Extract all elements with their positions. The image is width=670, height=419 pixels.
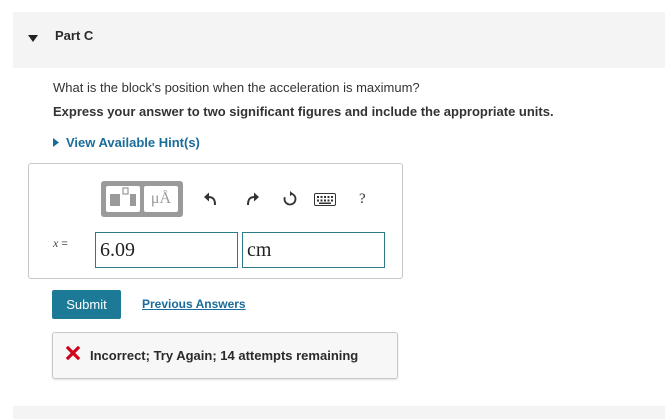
feedback-message: Incorrect; Try Again; 14 attempts remain… — [90, 348, 359, 363]
question-text: What is the block's position when the ac… — [53, 80, 420, 95]
next-part-header — [13, 406, 665, 419]
variable-symbol: x — [53, 236, 59, 250]
view-hints-label: View Available Hint(s) — [66, 135, 200, 150]
redo-icon[interactable] — [244, 189, 260, 209]
answer-panel: μÅ ? x = — [28, 163, 403, 279]
part-title: Part C — [55, 28, 94, 43]
units-button[interactable]: μÅ — [144, 186, 178, 212]
undo-icon[interactable] — [203, 189, 219, 209]
reset-icon[interactable] — [282, 189, 298, 209]
variable-label: x = — [53, 236, 68, 251]
incorrect-x-icon — [65, 345, 81, 365]
view-hints-link[interactable]: View Available Hint(s) — [53, 135, 200, 150]
caret-right-icon — [53, 135, 59, 150]
help-button[interactable]: ? — [359, 189, 366, 209]
previous-answers-link[interactable]: Previous Answers — [142, 297, 246, 311]
keyboard-icon[interactable] — [314, 189, 336, 209]
answer-unit-input[interactable] — [242, 232, 385, 268]
template-toolbar-group: μÅ — [101, 181, 183, 217]
equals-sign: = — [61, 238, 68, 250]
templates-icon — [109, 186, 137, 212]
instruction-text: Express your answer to two significant f… — [53, 104, 554, 119]
feedback-box: Incorrect; Try Again; 14 attempts remain… — [52, 332, 398, 379]
templates-button[interactable] — [106, 186, 140, 212]
answer-value-input[interactable] — [95, 232, 238, 268]
submit-button[interactable]: Submit — [52, 290, 121, 319]
units-button-label: μÅ — [150, 190, 172, 207]
collapse-arrow-icon[interactable] — [28, 30, 38, 48]
part-header[interactable] — [13, 12, 665, 68]
